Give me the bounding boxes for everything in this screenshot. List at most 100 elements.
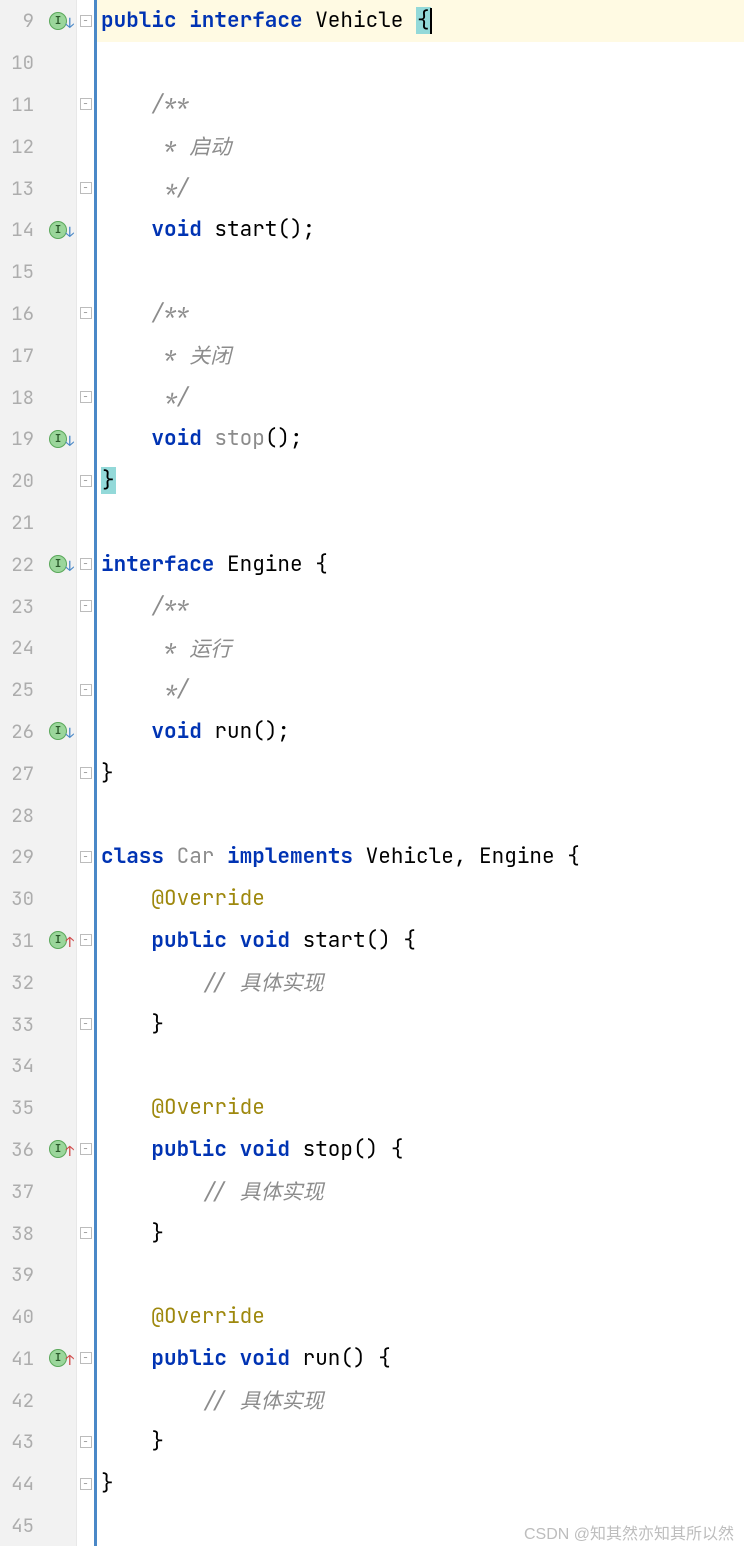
code-line[interactable]: 40 @Override	[0, 1296, 744, 1338]
fold-open-icon[interactable]: −	[80, 851, 92, 863]
fold-close-icon[interactable]: −	[80, 1227, 92, 1239]
fold-close-icon[interactable]: −	[80, 1436, 92, 1448]
code-line[interactable]: 11− /**	[0, 84, 744, 126]
gutter-marker[interactable]: I↓	[40, 543, 76, 585]
fold-open-icon[interactable]: −	[80, 1143, 92, 1155]
code-text[interactable]: /**	[94, 585, 744, 627]
code-text[interactable]: public void start() {	[94, 920, 744, 962]
code-text[interactable]: }	[94, 1463, 744, 1505]
code-line[interactable]: 27−}	[0, 752, 744, 794]
code-line[interactable]: 16− /**	[0, 293, 744, 335]
code-editor[interactable]: 9I↓−public interface Vehicle {1011− /**1…	[0, 0, 744, 1546]
inheritance-badge-icon[interactable]: I↓	[49, 555, 67, 573]
gutter-marker[interactable]: I↓	[40, 0, 76, 42]
code-line[interactable]: 43− }	[0, 1421, 744, 1463]
code-line[interactable]: 28	[0, 794, 744, 836]
code-text[interactable]: * 启动	[94, 125, 744, 167]
inheritance-badge-icon[interactable]: I↓	[49, 722, 67, 740]
fold-open-icon[interactable]: −	[80, 98, 92, 110]
fold-open-icon[interactable]: −	[80, 1352, 92, 1364]
code-text[interactable]: /**	[94, 84, 744, 126]
gutter-marker[interactable]: I↓	[40, 711, 76, 753]
code-text[interactable]: @Override	[94, 1087, 744, 1129]
code-text[interactable]: */	[94, 669, 744, 711]
fold-gutter[interactable]: −	[76, 167, 94, 209]
code-line[interactable]: 33− }	[0, 1003, 744, 1045]
fold-gutter[interactable]: −	[76, 585, 94, 627]
code-line[interactable]: 34	[0, 1045, 744, 1087]
code-text[interactable]	[94, 794, 744, 836]
code-text[interactable]: * 运行	[94, 627, 744, 669]
gutter-marker[interactable]: I↑	[40, 1338, 76, 1380]
code-line[interactable]: 21	[0, 502, 744, 544]
code-text[interactable]: void start();	[94, 209, 744, 251]
code-text[interactable]: interface Engine {	[94, 543, 744, 585]
code-text[interactable]: // 具体实现	[94, 1170, 744, 1212]
code-text[interactable]: */	[94, 167, 744, 209]
code-line[interactable]: 37 // 具体实现	[0, 1170, 744, 1212]
code-text[interactable]: // 具体实现	[94, 1379, 744, 1421]
code-text[interactable]: void run();	[94, 711, 744, 753]
inheritance-badge-icon[interactable]: I↓	[49, 12, 67, 30]
code-line[interactable]: 22I↓−interface Engine {	[0, 543, 744, 585]
code-text[interactable]: }	[94, 1003, 744, 1045]
code-text[interactable]: class Car implements Vehicle, Engine {	[94, 836, 744, 878]
inheritance-badge-icon[interactable]: I↑	[49, 931, 67, 949]
gutter-marker[interactable]: I↑	[40, 920, 76, 962]
fold-gutter[interactable]: −	[76, 84, 94, 126]
inheritance-badge-icon[interactable]: I↑	[49, 1349, 67, 1367]
code-line[interactable]: 38− }	[0, 1212, 744, 1254]
gutter-marker[interactable]: I↑	[40, 1129, 76, 1171]
code-line[interactable]: 24 * 运行	[0, 627, 744, 669]
fold-open-icon[interactable]: −	[80, 15, 92, 27]
code-text[interactable]: * 关闭	[94, 334, 744, 376]
fold-close-icon[interactable]: −	[80, 475, 92, 487]
fold-gutter[interactable]: −	[76, 1129, 94, 1171]
code-line[interactable]: 23− /**	[0, 585, 744, 627]
fold-gutter[interactable]: −	[76, 836, 94, 878]
fold-gutter[interactable]: −	[76, 1463, 94, 1505]
code-line[interactable]: 13− */	[0, 167, 744, 209]
code-text[interactable]: @Override	[94, 1296, 744, 1338]
code-line[interactable]: 10	[0, 42, 744, 84]
inheritance-badge-icon[interactable]: I↓	[49, 430, 67, 448]
fold-open-icon[interactable]: −	[80, 934, 92, 946]
code-line[interactable]: 35 @Override	[0, 1087, 744, 1129]
code-text[interactable]: */	[94, 376, 744, 418]
code-line[interactable]: 26I↓ void run();	[0, 711, 744, 753]
code-text[interactable]	[94, 42, 744, 84]
fold-open-icon[interactable]: −	[80, 558, 92, 570]
gutter-marker[interactable]: I↓	[40, 418, 76, 460]
code-line[interactable]: 30 @Override	[0, 878, 744, 920]
code-line[interactable]: 41I↑− public void run() {	[0, 1338, 744, 1380]
fold-gutter[interactable]: −	[76, 460, 94, 502]
code-line[interactable]: 25− */	[0, 669, 744, 711]
code-line[interactable]: 29−class Car implements Vehicle, Engine …	[0, 836, 744, 878]
fold-gutter[interactable]: −	[76, 376, 94, 418]
code-line[interactable]: 9I↓−public interface Vehicle {	[0, 0, 744, 42]
code-text[interactable]	[94, 502, 744, 544]
fold-gutter[interactable]: −	[76, 1421, 94, 1463]
fold-gutter[interactable]: −	[76, 1003, 94, 1045]
code-line[interactable]: 17 * 关闭	[0, 334, 744, 376]
code-line[interactable]: 19I↓ void stop();	[0, 418, 744, 460]
code-text[interactable]: }	[94, 752, 744, 794]
code-text[interactable]: }	[94, 1212, 744, 1254]
fold-gutter[interactable]: −	[76, 669, 94, 711]
code-line[interactable]: 44−}	[0, 1463, 744, 1505]
code-text[interactable]	[94, 1254, 744, 1296]
inheritance-badge-icon[interactable]: I↓	[49, 221, 67, 239]
fold-close-icon[interactable]: −	[80, 1478, 92, 1490]
fold-gutter[interactable]: −	[76, 1338, 94, 1380]
fold-gutter[interactable]: −	[76, 543, 94, 585]
fold-close-icon[interactable]: −	[80, 1018, 92, 1030]
inheritance-badge-icon[interactable]: I↑	[49, 1140, 67, 1158]
code-text[interactable]: /**	[94, 293, 744, 335]
code-text[interactable]: public interface Vehicle {	[94, 0, 744, 42]
code-line[interactable]: 36I↑− public void stop() {	[0, 1129, 744, 1171]
fold-gutter[interactable]: −	[76, 920, 94, 962]
fold-close-icon[interactable]: −	[80, 182, 92, 194]
code-text[interactable]: @Override	[94, 878, 744, 920]
code-line[interactable]: 12 * 启动	[0, 125, 744, 167]
fold-gutter[interactable]: −	[76, 752, 94, 794]
